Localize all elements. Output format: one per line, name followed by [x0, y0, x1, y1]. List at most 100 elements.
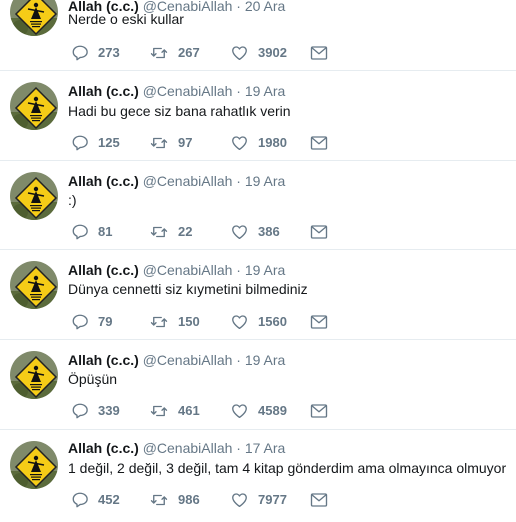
- direct-message-button[interactable]: [310, 43, 328, 63]
- tweet[interactable]: Allah (c.c.) @CenabiAllah · 20 Ara Nerde…: [0, 0, 516, 71]
- retweet-button[interactable]: 461: [149, 401, 200, 421]
- tweet-actions: 125 97 1980: [68, 133, 508, 153]
- retweet-icon: [150, 137, 168, 149]
- like-button[interactable]: 7977: [230, 490, 287, 510]
- author-name[interactable]: Allah (c.c.): [68, 262, 139, 278]
- tweet[interactable]: Allah (c.c.) @CenabiAllah · 19 Ara Öpüşü…: [0, 340, 516, 430]
- heart-icon: [232, 493, 247, 508]
- separator-dot: ·: [236, 440, 241, 456]
- tweet-actions: 79 150 1560: [68, 312, 508, 332]
- tweet-text: Dünya cennetti siz kıymetini bilmediniz: [68, 281, 308, 297]
- heart-icon: [232, 225, 247, 240]
- reply-icon: [72, 403, 88, 419]
- tweet-actions: 339 461 4589: [68, 401, 508, 421]
- envelope-icon: [310, 315, 328, 329]
- direct-message-button[interactable]: [310, 401, 328, 421]
- tweet-header: Allah (c.c.) @CenabiAllah · 19 Ara: [68, 351, 285, 369]
- author-handle[interactable]: @CenabiAllah: [143, 83, 233, 99]
- direct-message-button[interactable]: [310, 312, 328, 332]
- reply-button[interactable]: 79: [71, 312, 112, 332]
- author-handle[interactable]: @CenabiAllah: [143, 440, 233, 456]
- tweet[interactable]: Allah (c.c.) @CenabiAllah · 17 Ara 1 değ…: [0, 430, 516, 522]
- avatar[interactable]: [10, 261, 58, 309]
- retweet-button[interactable]: 97: [149, 133, 192, 153]
- retweet-icon: [150, 316, 168, 328]
- like-button[interactable]: 386: [230, 222, 280, 242]
- like-button[interactable]: 4589: [230, 401, 287, 421]
- envelope-icon: [310, 404, 328, 418]
- tweet-date[interactable]: 17 Ara: [245, 440, 285, 456]
- like-button[interactable]: 3902: [230, 43, 287, 63]
- avatar[interactable]: [10, 172, 58, 220]
- retweet-count: 150: [178, 314, 200, 329]
- tweet-actions: 81 22 386: [68, 222, 508, 242]
- tweet[interactable]: Allah (c.c.) @CenabiAllah · 19 Ara Dünya…: [0, 250, 516, 340]
- reply-icon: [72, 492, 88, 508]
- tweet[interactable]: Allah (c.c.) @CenabiAllah · 19 Ara :) 81…: [0, 161, 516, 250]
- tweet-text: :): [68, 192, 77, 208]
- direct-message-button[interactable]: [310, 133, 328, 153]
- reply-count: 125: [98, 135, 120, 150]
- author-name[interactable]: Allah (c.c.): [68, 173, 139, 189]
- tweet-date[interactable]: 19 Ara: [245, 83, 285, 99]
- tweet-text: Öpüşün: [68, 371, 118, 387]
- tweet-date[interactable]: 19 Ara: [245, 173, 285, 189]
- reply-icon: [72, 45, 88, 61]
- envelope-icon: [310, 493, 328, 507]
- reply-button[interactable]: 125: [71, 133, 120, 153]
- reply-button[interactable]: 452: [71, 490, 120, 510]
- author-name[interactable]: Allah (c.c.): [68, 83, 139, 99]
- reply-count: 79: [98, 314, 113, 329]
- direct-message-button[interactable]: [310, 490, 328, 510]
- separator-dot: ·: [236, 83, 241, 99]
- tweet-header: Allah (c.c.) @CenabiAllah · 19 Ara: [68, 261, 285, 279]
- separator-dot: ·: [236, 0, 241, 14]
- retweet-icon: [150, 226, 168, 238]
- retweet-count: 986: [178, 492, 200, 507]
- reply-count: 452: [98, 492, 120, 507]
- author-handle[interactable]: @CenabiAllah: [143, 352, 233, 368]
- envelope-icon: [310, 225, 328, 239]
- heart-icon: [232, 404, 247, 419]
- tweet-text: Nerde o eski kullar: [68, 11, 184, 27]
- heart-icon: [232, 46, 247, 61]
- retweet-count: 97: [178, 135, 193, 150]
- reply-count: 273: [98, 45, 120, 60]
- tweet[interactable]: Allah (c.c.) @CenabiAllah · 19 Ara Hadi …: [0, 71, 516, 161]
- tweet-text: 1 değil, 2 değil, 3 değil, tam 4 kitap g…: [68, 460, 507, 476]
- retweet-icon: [150, 47, 168, 59]
- retweet-button[interactable]: 22: [149, 222, 192, 242]
- author-handle[interactable]: @CenabiAllah: [143, 262, 233, 278]
- like-count: 3902: [258, 45, 287, 60]
- envelope-icon: [310, 46, 328, 60]
- retweet-button[interactable]: 150: [149, 312, 200, 332]
- reply-button[interactable]: 339: [71, 401, 120, 421]
- reply-button[interactable]: 81: [71, 222, 112, 242]
- direct-message-button[interactable]: [310, 222, 328, 242]
- author-name[interactable]: Allah (c.c.): [68, 440, 139, 456]
- author-name[interactable]: Allah (c.c.): [68, 352, 139, 368]
- like-button[interactable]: 1980: [230, 133, 287, 153]
- author-handle[interactable]: @CenabiAllah: [143, 173, 233, 189]
- retweet-button[interactable]: 986: [149, 490, 200, 510]
- avatar[interactable]: [10, 351, 58, 399]
- retweet-count: 267: [178, 45, 200, 60]
- avatar[interactable]: [10, 0, 58, 36]
- retweet-button[interactable]: 267: [149, 43, 200, 63]
- like-count: 1980: [258, 135, 287, 150]
- tweet-date[interactable]: 19 Ara: [245, 352, 285, 368]
- envelope-icon: [310, 136, 328, 150]
- tweet-actions: 452 986 7977: [68, 490, 508, 510]
- tweet-date[interactable]: 20 Ara: [245, 0, 285, 14]
- avatar[interactable]: [10, 441, 58, 489]
- reply-icon: [72, 314, 88, 330]
- tweet-date[interactable]: 19 Ara: [245, 262, 285, 278]
- tweet-actions: 273 267 3902: [68, 43, 508, 63]
- avatar[interactable]: [10, 82, 58, 130]
- tweet-text: Hadi bu gece siz bana rahatlık verin: [68, 103, 291, 119]
- like-button[interactable]: 1560: [230, 312, 287, 332]
- reply-icon: [72, 135, 88, 151]
- reply-button[interactable]: 273: [71, 43, 120, 63]
- reply-count: 81: [98, 224, 113, 239]
- heart-icon: [232, 315, 247, 330]
